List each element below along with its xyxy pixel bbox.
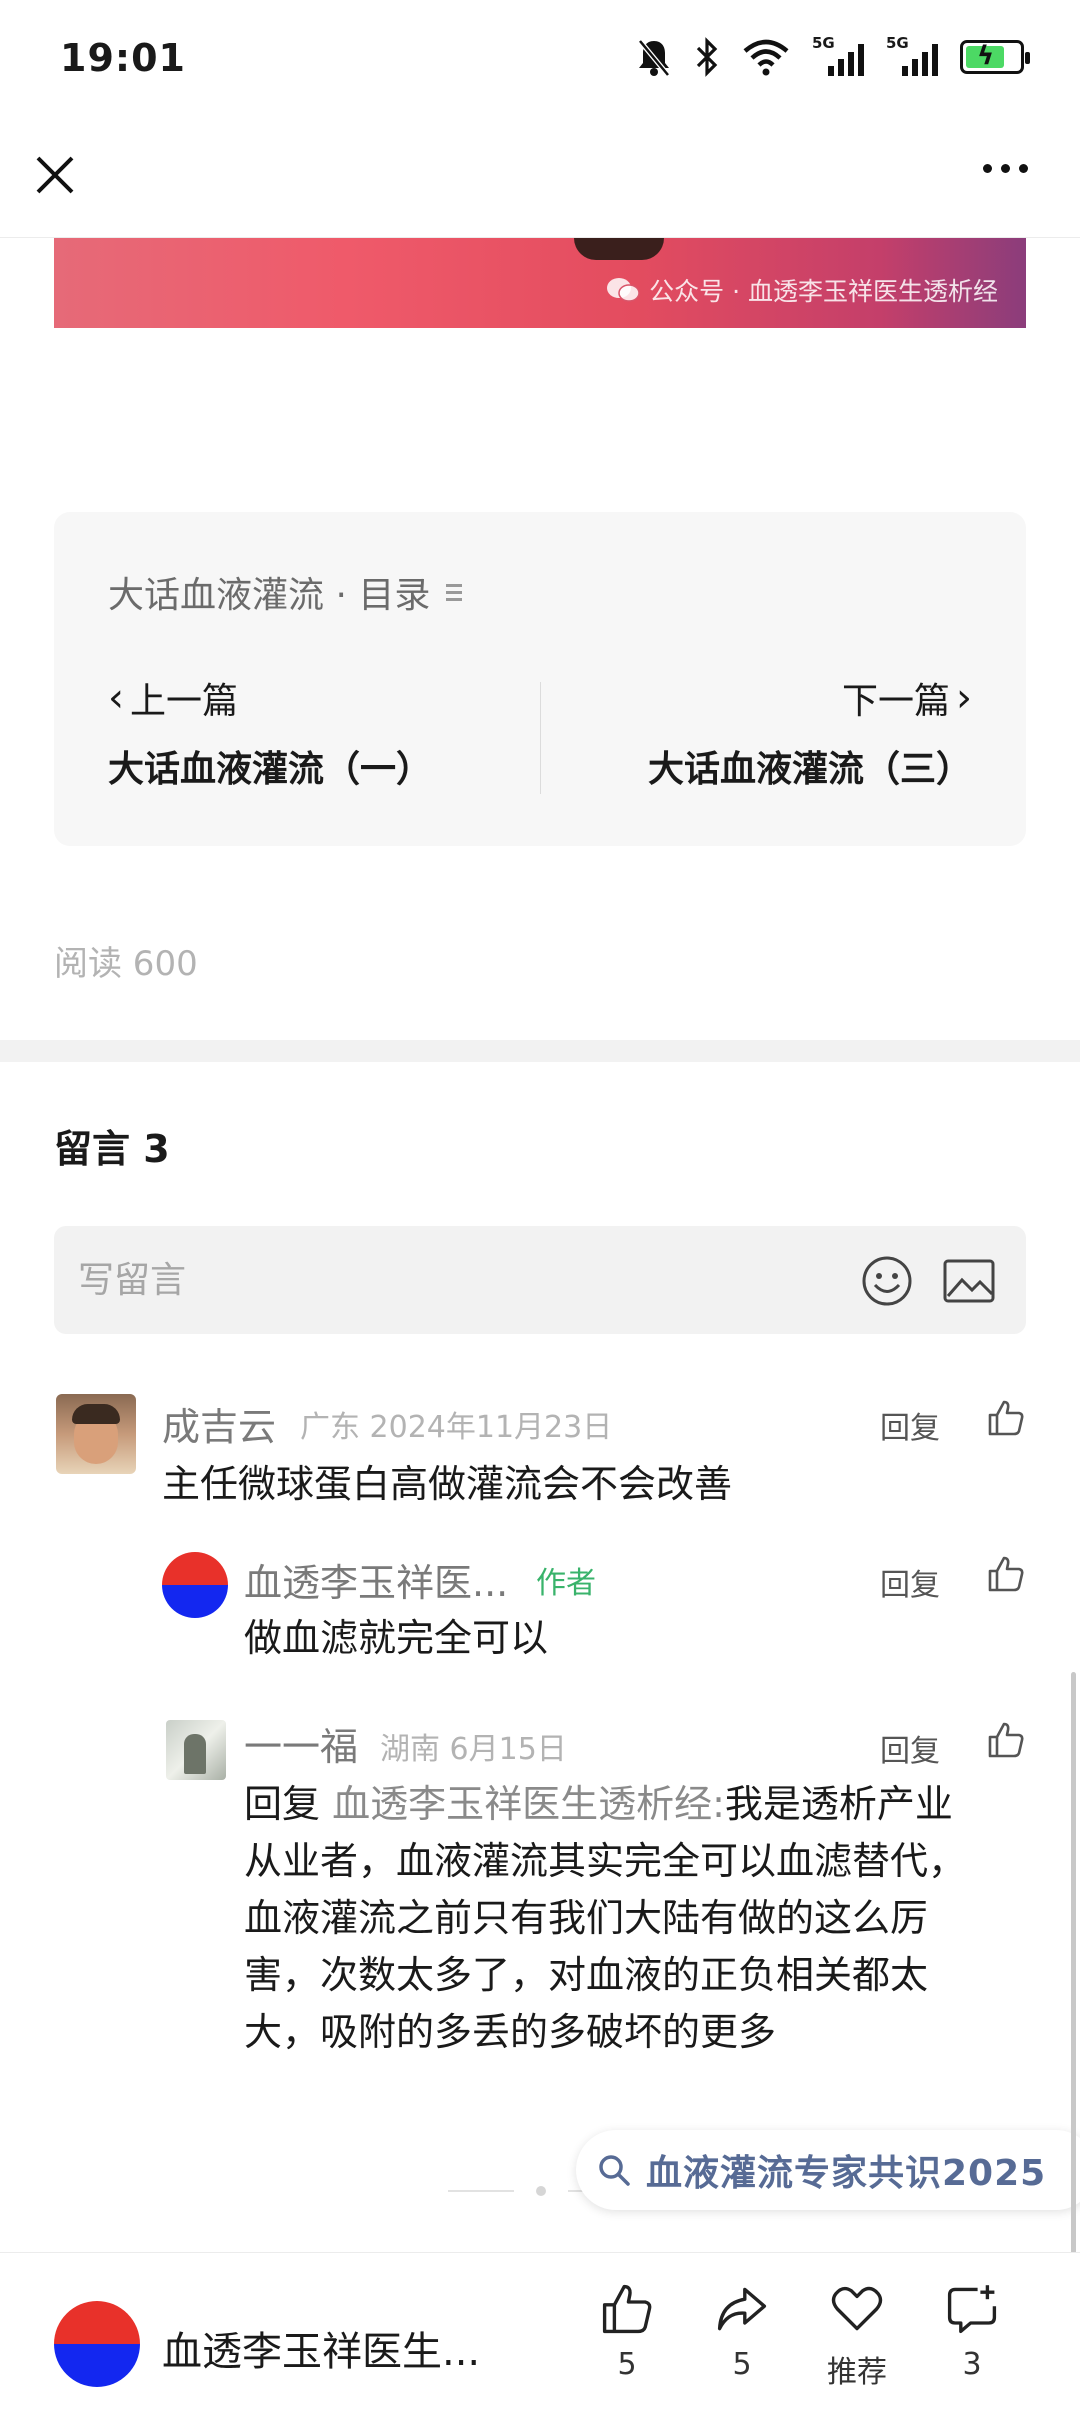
status-time: 19:01 <box>60 36 186 80</box>
close-icon[interactable] <box>30 150 80 200</box>
next-article-link[interactable]: 大话血液灌流（三） <box>648 740 972 792</box>
comment-text: 主任微球蛋白高做灌流会不会改善 <box>162 1462 733 1506</box>
search-icon <box>599 2155 630 2186</box>
comment-add-icon <box>947 2285 997 2334</box>
reply-button[interactable]: 回复 <box>880 1560 940 1604</box>
emoji-icon[interactable] <box>860 1254 914 1308</box>
account-avatar[interactable] <box>54 2301 140 2387</box>
prev-article-label[interactable]: ‹ 上一篇 <box>108 672 238 724</box>
reply-text: 回复 血透李玉祥医生透析经:我是透析产业 从业者，血液灌流其实完全可以血滤替代，… <box>244 1776 1024 2061</box>
reply-text-line-3: 血液灌流之前只有我们大陆有做的这么厉 <box>244 1896 929 1940</box>
reply-text: 做血滤就完全可以 <box>244 1616 549 1660</box>
comment-count: 3 <box>962 2347 982 2382</box>
status-bar: 19:01 5G 5G ϟ <box>0 0 1080 120</box>
reply-button[interactable]: 回复 <box>880 1403 940 1447</box>
status-icons: 5G 5G ϟ <box>636 34 1030 78</box>
reply-text-line-4: 害，次数太多了，对血液的正负相关都太 <box>244 1953 929 1997</box>
share-count: 5 <box>732 2347 752 2382</box>
author-badge: 作者 <box>536 1566 596 1601</box>
more-options-icon[interactable] <box>983 164 1028 173</box>
bottom-action-bar: 血透李玉祥医生... 5 5 推荐 3 <box>0 2252 1080 2412</box>
directory-title-text: 大话血液灌流 · 目录 <box>108 575 431 616</box>
reply-button[interactable]: 回复 <box>880 1726 940 1770</box>
article-image: 公众号 · 血透李玉祥医生透析经 <box>54 238 1026 328</box>
image-watermark: 公众号 · 血透李玉祥医生透析经 <box>605 272 998 308</box>
thumbs-up-icon <box>602 2284 652 2334</box>
comments-header: 留言 3 <box>54 1127 170 1171</box>
share-button[interactable]: 5 <box>697 2281 787 2382</box>
section-divider <box>0 1040 1080 1062</box>
prev-label-text: 上一篇 <box>130 681 239 722</box>
reply-author-name[interactable]: 一一福 <box>244 1716 358 1771</box>
mute-bell-icon <box>638 39 670 77</box>
directory-title[interactable]: 大话血液灌流 · 目录 <box>108 566 463 618</box>
comment-meta: 广东 2024年11月23日 <box>300 1410 613 1445</box>
bluetooth-icon <box>696 37 718 77</box>
author-avatar[interactable] <box>162 1552 228 1618</box>
chevron-right-icon: › <box>956 675 972 721</box>
commenter-avatar[interactable] <box>56 1394 136 1474</box>
nav-bar <box>0 120 1080 238</box>
comment-author-name[interactable]: 成吉云 <box>162 1396 276 1451</box>
recommend-button[interactable]: 推荐 <box>812 2281 902 2391</box>
read-count: 阅读 600 <box>54 944 198 984</box>
like-button[interactable]: 5 <box>582 2281 672 2382</box>
thumbs-up-icon[interactable] <box>986 1398 1026 1438</box>
comment-meta: 湖南 6月15日 <box>380 1732 567 1767</box>
next-article-label[interactable]: 下一篇 › <box>842 672 972 724</box>
thumbs-up-icon[interactable] <box>986 1554 1026 1594</box>
series-directory-card: 大话血液灌流 · 目录 ‹ 上一篇 大话血液灌流（一） 下一篇 › 大话血液灌流… <box>54 512 1026 846</box>
chevron-left-icon: ‹ <box>108 675 124 721</box>
commenter-avatar[interactable] <box>166 1720 226 1780</box>
share-icon <box>717 2287 767 2331</box>
comment-button[interactable]: 3 <box>927 2281 1017 2382</box>
search-chip-label: 血液灌流专家共识2025 <box>646 2153 1047 2194</box>
list-icon <box>446 583 463 601</box>
comment-input-box[interactable] <box>54 1226 1026 1334</box>
reply-author-name[interactable]: 血透李玉祥医... <box>244 1552 508 1607</box>
account-name[interactable]: 血透李玉祥医生... <box>162 2319 480 2377</box>
battery-charging-icon: ϟ <box>960 40 1030 74</box>
watermark-text: 公众号 · 血透李玉祥医生透析经 <box>649 277 998 306</box>
cellular-signal-icon-2: 5G <box>886 34 938 78</box>
reply-text-line-5: 大，吸附的多丢的多破坏的更多 <box>244 2010 777 2054</box>
related-search-chip[interactable]: 血液灌流专家共识2025 <box>576 2130 1080 2210</box>
wechat-icon <box>607 278 640 302</box>
directory-divider <box>540 682 541 794</box>
prev-article-link[interactable]: 大话血液灌流（一） <box>108 740 432 792</box>
like-count: 5 <box>617 2347 637 2382</box>
reply-text-line-2: 从业者，血液灌流其实完全可以血滤替代， <box>244 1839 967 1883</box>
next-label-text: 下一篇 <box>841 681 950 722</box>
reply-text-part: 我是透析产业 <box>724 1782 953 1826</box>
image-icon[interactable] <box>942 1258 996 1304</box>
thumbs-up-icon[interactable] <box>986 1720 1026 1760</box>
wifi-icon <box>743 39 789 76</box>
heart-icon <box>831 2286 883 2331</box>
reply-prefix: 回复 <box>244 1782 321 1826</box>
reply-text-line-1: 回复 血透李玉祥医生透析经:我是透析产业 <box>244 1776 1024 1833</box>
cellular-signal-icon: 5G <box>812 34 864 78</box>
comment-input[interactable] <box>78 1250 838 1310</box>
reply-to-name[interactable]: 血透李玉祥医生透析经: <box>332 1782 725 1826</box>
recommend-label: 推荐 <box>827 2355 887 2390</box>
